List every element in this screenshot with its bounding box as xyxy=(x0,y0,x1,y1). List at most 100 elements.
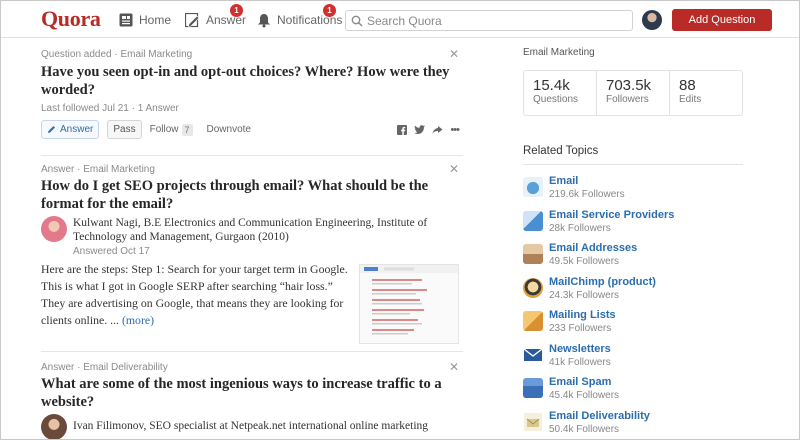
question-actions: Answer Pass Follow 7 Downvote ••• xyxy=(41,120,463,139)
topic-followers: 28k Followers xyxy=(549,223,611,234)
close-icon[interactable]: ✕ xyxy=(449,47,459,61)
mailing-lists-icon xyxy=(523,311,543,331)
nav-answer[interactable]: Answer 1 xyxy=(185,4,246,30)
topic-followers: 41k Followers xyxy=(549,357,611,368)
more-link[interactable]: (more) xyxy=(122,313,154,327)
feed-card: Answer · Email Marketing ✕ How do I get … xyxy=(41,156,463,352)
topic-name[interactable]: Newsletters xyxy=(549,343,611,355)
card-meta: Answer · Email Deliverability xyxy=(41,362,168,373)
serp-screenshot-image xyxy=(360,265,458,335)
question-title[interactable]: Have you seen opt-in and opt-out choices… xyxy=(41,63,456,99)
question-title[interactable]: How do I get SEO projects through email?… xyxy=(41,177,456,213)
author-credential[interactable]: Kulwant Nagi, B.E Electronics and Commun… xyxy=(73,216,457,244)
question-sub-meta: Last followed Jul 21 · 1 Answer xyxy=(41,103,179,114)
nav-home-label: Home xyxy=(139,13,172,27)
stat-label: Questions xyxy=(533,94,579,105)
home-icon xyxy=(119,13,133,27)
downvote-button[interactable]: Downvote xyxy=(207,124,251,135)
topic-followers: 45.4k Followers xyxy=(549,390,620,401)
topic-title[interactable]: Email Marketing xyxy=(523,47,595,58)
follow-button[interactable]: Follow 7 xyxy=(150,123,193,136)
feed-card: Question added · Email Marketing ✕ Have … xyxy=(41,39,463,156)
answer-button-label: Answer xyxy=(60,124,94,135)
stat-label: Followers xyxy=(606,94,649,105)
related-topic-mailing-lists[interactable]: Mailing Lists 233 Followers xyxy=(523,309,616,334)
card-meta: Question added · Email Marketing xyxy=(41,49,193,60)
answer-preview[interactable]: Here are the steps: Step 1: Search for y… xyxy=(41,261,351,329)
related-topic-email-service-providers[interactable]: Email Service Providers 28k Followers xyxy=(523,209,674,234)
search-input[interactable] xyxy=(367,13,617,28)
search-box[interactable] xyxy=(345,10,633,31)
related-topic-email-addresses[interactable]: Email Addresses 49.5k Followers xyxy=(523,242,637,267)
share-row: ••• xyxy=(397,124,460,136)
stat-number: 15.4k xyxy=(533,77,570,94)
email-service-providers-icon xyxy=(523,211,543,231)
notifications-count-badge: 1 xyxy=(323,4,336,17)
stat-questions[interactable]: 15.4k Questions xyxy=(524,71,597,115)
close-icon[interactable]: ✕ xyxy=(449,162,459,176)
feed: Question added · Email Marketing ✕ Have … xyxy=(41,39,463,439)
related-topics-heading: Related Topics xyxy=(523,145,599,157)
topic-name[interactable]: MailChimp (product) xyxy=(549,276,656,288)
follow-count: 7 xyxy=(181,123,193,136)
related-topic-email[interactable]: Email 219.6k Followers xyxy=(523,175,625,200)
topic-name[interactable]: Email Addresses xyxy=(549,242,637,254)
related-topic-mailchimp[interactable]: MailChimp (product) 24.3k Followers xyxy=(523,276,656,301)
facebook-icon[interactable] xyxy=(397,124,408,135)
topic-followers: 219.6k Followers xyxy=(549,189,625,200)
nav-home[interactable]: Home xyxy=(119,10,171,30)
email-spam-icon xyxy=(523,378,543,398)
related-topic-email-spam[interactable]: Email Spam 45.4k Followers xyxy=(523,376,619,401)
answer-thumbnail[interactable] xyxy=(359,264,459,344)
card-meta: Answer · Email Marketing xyxy=(41,164,155,175)
close-icon[interactable]: ✕ xyxy=(449,360,459,374)
twitter-icon[interactable] xyxy=(414,124,426,135)
question-title[interactable]: What are some of the most ingenious ways… xyxy=(41,375,456,411)
related-topic-newsletters[interactable]: Newsletters 41k Followers xyxy=(523,343,611,368)
topic-name[interactable]: Email xyxy=(549,175,625,187)
nav-notifications[interactable]: Notifications 1 xyxy=(257,4,342,30)
stat-edits[interactable]: 88 Edits xyxy=(670,71,742,115)
divider xyxy=(523,164,743,165)
top-nav-bar: Quora Home Answer 1 Notifications 1 Sear… xyxy=(1,1,799,38)
email-topic-icon xyxy=(523,177,543,197)
feed-card: Answer · Email Deliverability ✕ What are… xyxy=(41,352,463,439)
email-addresses-icon xyxy=(523,244,543,264)
topic-name[interactable]: Mailing Lists xyxy=(549,309,616,321)
stat-followers[interactable]: 703.5k Followers xyxy=(597,71,670,115)
more-options-icon[interactable]: ••• xyxy=(450,124,460,136)
pencil-icon xyxy=(48,126,55,133)
author-row: Ivan Filimonov, SEO specialist at Netpea… xyxy=(41,414,457,439)
author-avatar[interactable] xyxy=(41,216,67,242)
answer-count-badge: 1 xyxy=(230,4,243,17)
topic-stats: 15.4k Questions 703.5k Followers 88 Edit… xyxy=(523,70,743,116)
quora-logo[interactable]: Quora xyxy=(41,6,101,32)
add-question-button[interactable]: Add Question xyxy=(672,9,772,31)
topic-name[interactable]: Email Service Providers xyxy=(549,209,674,221)
pencil-icon xyxy=(185,12,200,27)
mailchimp-icon xyxy=(523,278,543,298)
stat-number: 703.5k xyxy=(606,77,652,94)
topic-followers: 49.5k Followers xyxy=(549,256,620,267)
stat-number: 88 xyxy=(679,77,696,94)
author-avatar[interactable] xyxy=(41,414,67,439)
author-row: Kulwant Nagi, B.E Electronics and Commun… xyxy=(41,216,457,257)
related-topic-email-deliverability[interactable]: Email Deliverability 50.4k Followers xyxy=(523,410,650,435)
search-icon xyxy=(351,15,363,26)
answer-text: Here are the steps: Step 1: Search for y… xyxy=(41,262,348,327)
email-deliverability-icon xyxy=(524,413,542,431)
user-avatar[interactable] xyxy=(642,10,662,30)
topic-name[interactable]: Email Deliverability xyxy=(549,410,650,422)
stat-label: Edits xyxy=(679,94,702,105)
newsletter-envelope-icon xyxy=(523,348,543,361)
author-credential[interactable]: Ivan Filimonov, SEO specialist at Netpea… xyxy=(73,419,428,439)
pass-button[interactable]: Pass xyxy=(107,120,142,139)
share-icon[interactable] xyxy=(432,125,443,135)
bell-icon xyxy=(258,13,270,27)
answer-button[interactable]: Answer xyxy=(41,120,100,139)
topic-followers: 50.4k Followers xyxy=(549,424,620,435)
topic-name[interactable]: Email Spam xyxy=(549,376,619,388)
topic-followers: 24.3k Followers xyxy=(549,290,620,301)
answered-date[interactable]: Answered Oct 17 xyxy=(73,246,457,257)
quora-window: Quora Home Answer 1 Notifications 1 Sear… xyxy=(0,0,800,440)
